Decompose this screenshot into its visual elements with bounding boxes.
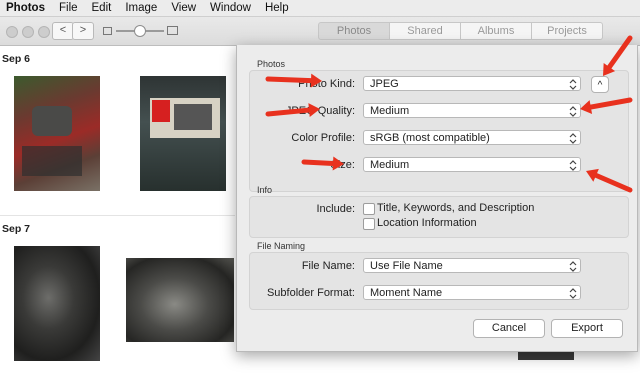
arrow-size-chevron [593, 172, 633, 193]
arrow-collapse [606, 35, 633, 70]
arrow-photo-kind [265, 76, 314, 84]
arrow-size [301, 159, 336, 166]
arrow-size-head [332, 156, 344, 171]
arrow-jpeg-quality [265, 107, 312, 117]
arrow-quality-chevron-head [580, 100, 593, 114]
arrow-jpeg-quality-head [308, 103, 320, 118]
annotation-arrows [265, 35, 633, 193]
arrow-photo-kind-head [310, 73, 322, 88]
arrow-quality-chevron [588, 97, 633, 110]
